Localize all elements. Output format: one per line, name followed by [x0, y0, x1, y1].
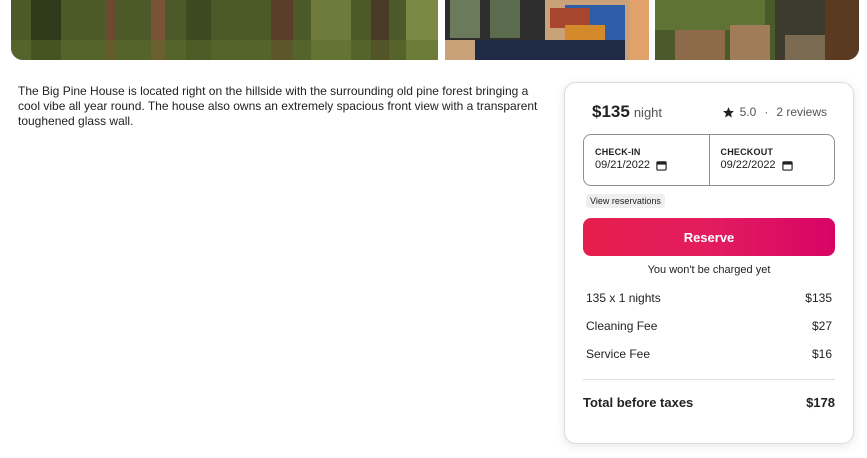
gallery-photo-forest[interactable]: [11, 0, 438, 60]
checkin-field[interactable]: CHECK-IN 09/21/2022: [584, 135, 709, 185]
checkout-label: CHECKOUT: [720, 147, 774, 157]
divider: [583, 379, 835, 380]
fee-row: Cleaning Fee $27: [586, 319, 832, 333]
listing-description: The Big Pine House is located right on t…: [18, 84, 538, 128]
total-label: Total before taxes: [583, 395, 694, 410]
total-amount: $178: [806, 395, 835, 410]
rating-separator: ·: [764, 105, 769, 119]
gallery-photo-rocks[interactable]: [655, 0, 859, 60]
calendar-icon[interactable]: [781, 160, 793, 171]
rating-value: 5.0: [739, 105, 757, 119]
view-reservations-button[interactable]: View reservations: [586, 194, 665, 208]
no-charge-note: You won't be charged yet: [647, 264, 771, 276]
fee-row: Service Fee $16: [586, 347, 832, 361]
rating-summary: 5.0 · 2 reviews: [722, 105, 827, 119]
price-row: $135 night: [592, 102, 662, 122]
fee-label: Cleaning Fee: [586, 319, 658, 333]
reviews-link[interactable]: 2 reviews: [776, 105, 827, 119]
checkin-input[interactable]: 09/21/2022: [595, 159, 709, 171]
fee-label: 135 x 1 nights: [586, 291, 661, 305]
photo-gallery: [0, 0, 867, 60]
checkin-value: 09/21/2022: [595, 159, 651, 171]
price-unit: night: [633, 105, 663, 120]
checkout-value: 09/22/2022: [720, 159, 776, 171]
fee-amount: $16: [811, 347, 832, 361]
fee-row: 135 x 1 nights $135: [586, 291, 832, 305]
total-row: Total before taxes $178: [583, 395, 835, 410]
booking-card: $135 night 5.0 · 2 reviews CHECK-IN 09/2…: [564, 82, 854, 444]
nightly-price: $135: [592, 102, 630, 121]
checkin-label: CHECK-IN: [595, 147, 641, 157]
checkout-input[interactable]: 09/22/2022: [721, 159, 835, 171]
calendar-icon[interactable]: [656, 160, 667, 171]
fee-amount: $135: [805, 291, 832, 305]
fee-amount: $27: [811, 319, 832, 333]
fee-label: Service Fee: [586, 347, 651, 361]
star-icon: [722, 106, 735, 119]
checkout-field[interactable]: CHECKOUT 09/22/2022: [708, 135, 835, 185]
reserve-button[interactable]: Reserve: [583, 218, 835, 256]
date-picker: CHECK-IN 09/21/2022 CHECKOUT 09/22/2022: [583, 134, 835, 186]
gallery-photo-interior[interactable]: [445, 0, 649, 60]
